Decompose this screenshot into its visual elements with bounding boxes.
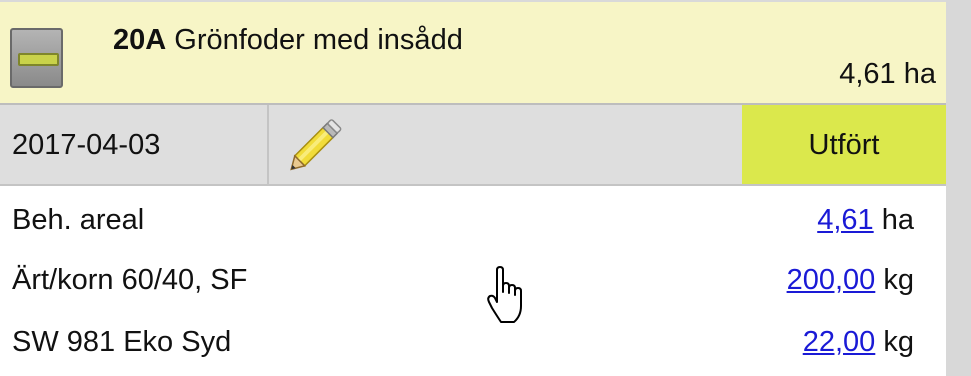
activity-row: 2017-04-03 Utfört bbox=[0, 105, 946, 186]
minus-icon bbox=[18, 53, 59, 66]
activity-date: 2017-04-03 bbox=[12, 129, 161, 161]
field-area: 4,61 ha bbox=[839, 58, 936, 90]
scrollbar-track[interactable] bbox=[946, 0, 971, 376]
row-value-link[interactable]: 200,00 bbox=[787, 264, 876, 296]
field-name: Grönfoder med insådd bbox=[174, 24, 463, 56]
hand-pointer-icon bbox=[487, 266, 522, 323]
detail-row-area: Beh. areal 4,61 ha bbox=[0, 188, 946, 248]
status-label: Utfört bbox=[808, 129, 880, 161]
row-label: Beh. areal bbox=[12, 204, 145, 236]
field-header: 20A Grönfoder med insådd 4,61 ha bbox=[0, 0, 946, 105]
activity-date-cell: 2017-04-03 bbox=[0, 105, 269, 184]
row-value: 22,00 kg bbox=[803, 326, 914, 359]
collapse-button[interactable] bbox=[10, 28, 63, 88]
field-panel: 20A Grönfoder med insådd 4,61 ha 2017-04… bbox=[0, 0, 946, 376]
field-code: 20A bbox=[113, 24, 167, 56]
field-title: 20A Grönfoder med insådd bbox=[113, 24, 463, 57]
pencil-icon[interactable] bbox=[280, 113, 352, 179]
row-label: SW 981 Eko Syd bbox=[12, 326, 232, 358]
row-unit: kg bbox=[883, 326, 914, 358]
detail-row-seed-1: Ärt/korn 60/40, SF 200,00 kg bbox=[0, 248, 946, 308]
row-value-link[interactable]: 22,00 bbox=[803, 326, 876, 358]
row-value: 4,61 ha bbox=[817, 204, 914, 237]
row-unit: kg bbox=[883, 264, 914, 296]
row-unit: ha bbox=[881, 204, 914, 236]
row-value: 200,00 kg bbox=[787, 264, 914, 297]
status-done-button[interactable]: Utfört bbox=[742, 105, 946, 184]
row-label: Ärt/korn 60/40, SF bbox=[12, 264, 248, 296]
row-value-link[interactable]: 4,61 bbox=[817, 204, 873, 236]
detail-row-seed-2: SW 981 Eko Syd 22,00 kg bbox=[0, 310, 946, 370]
